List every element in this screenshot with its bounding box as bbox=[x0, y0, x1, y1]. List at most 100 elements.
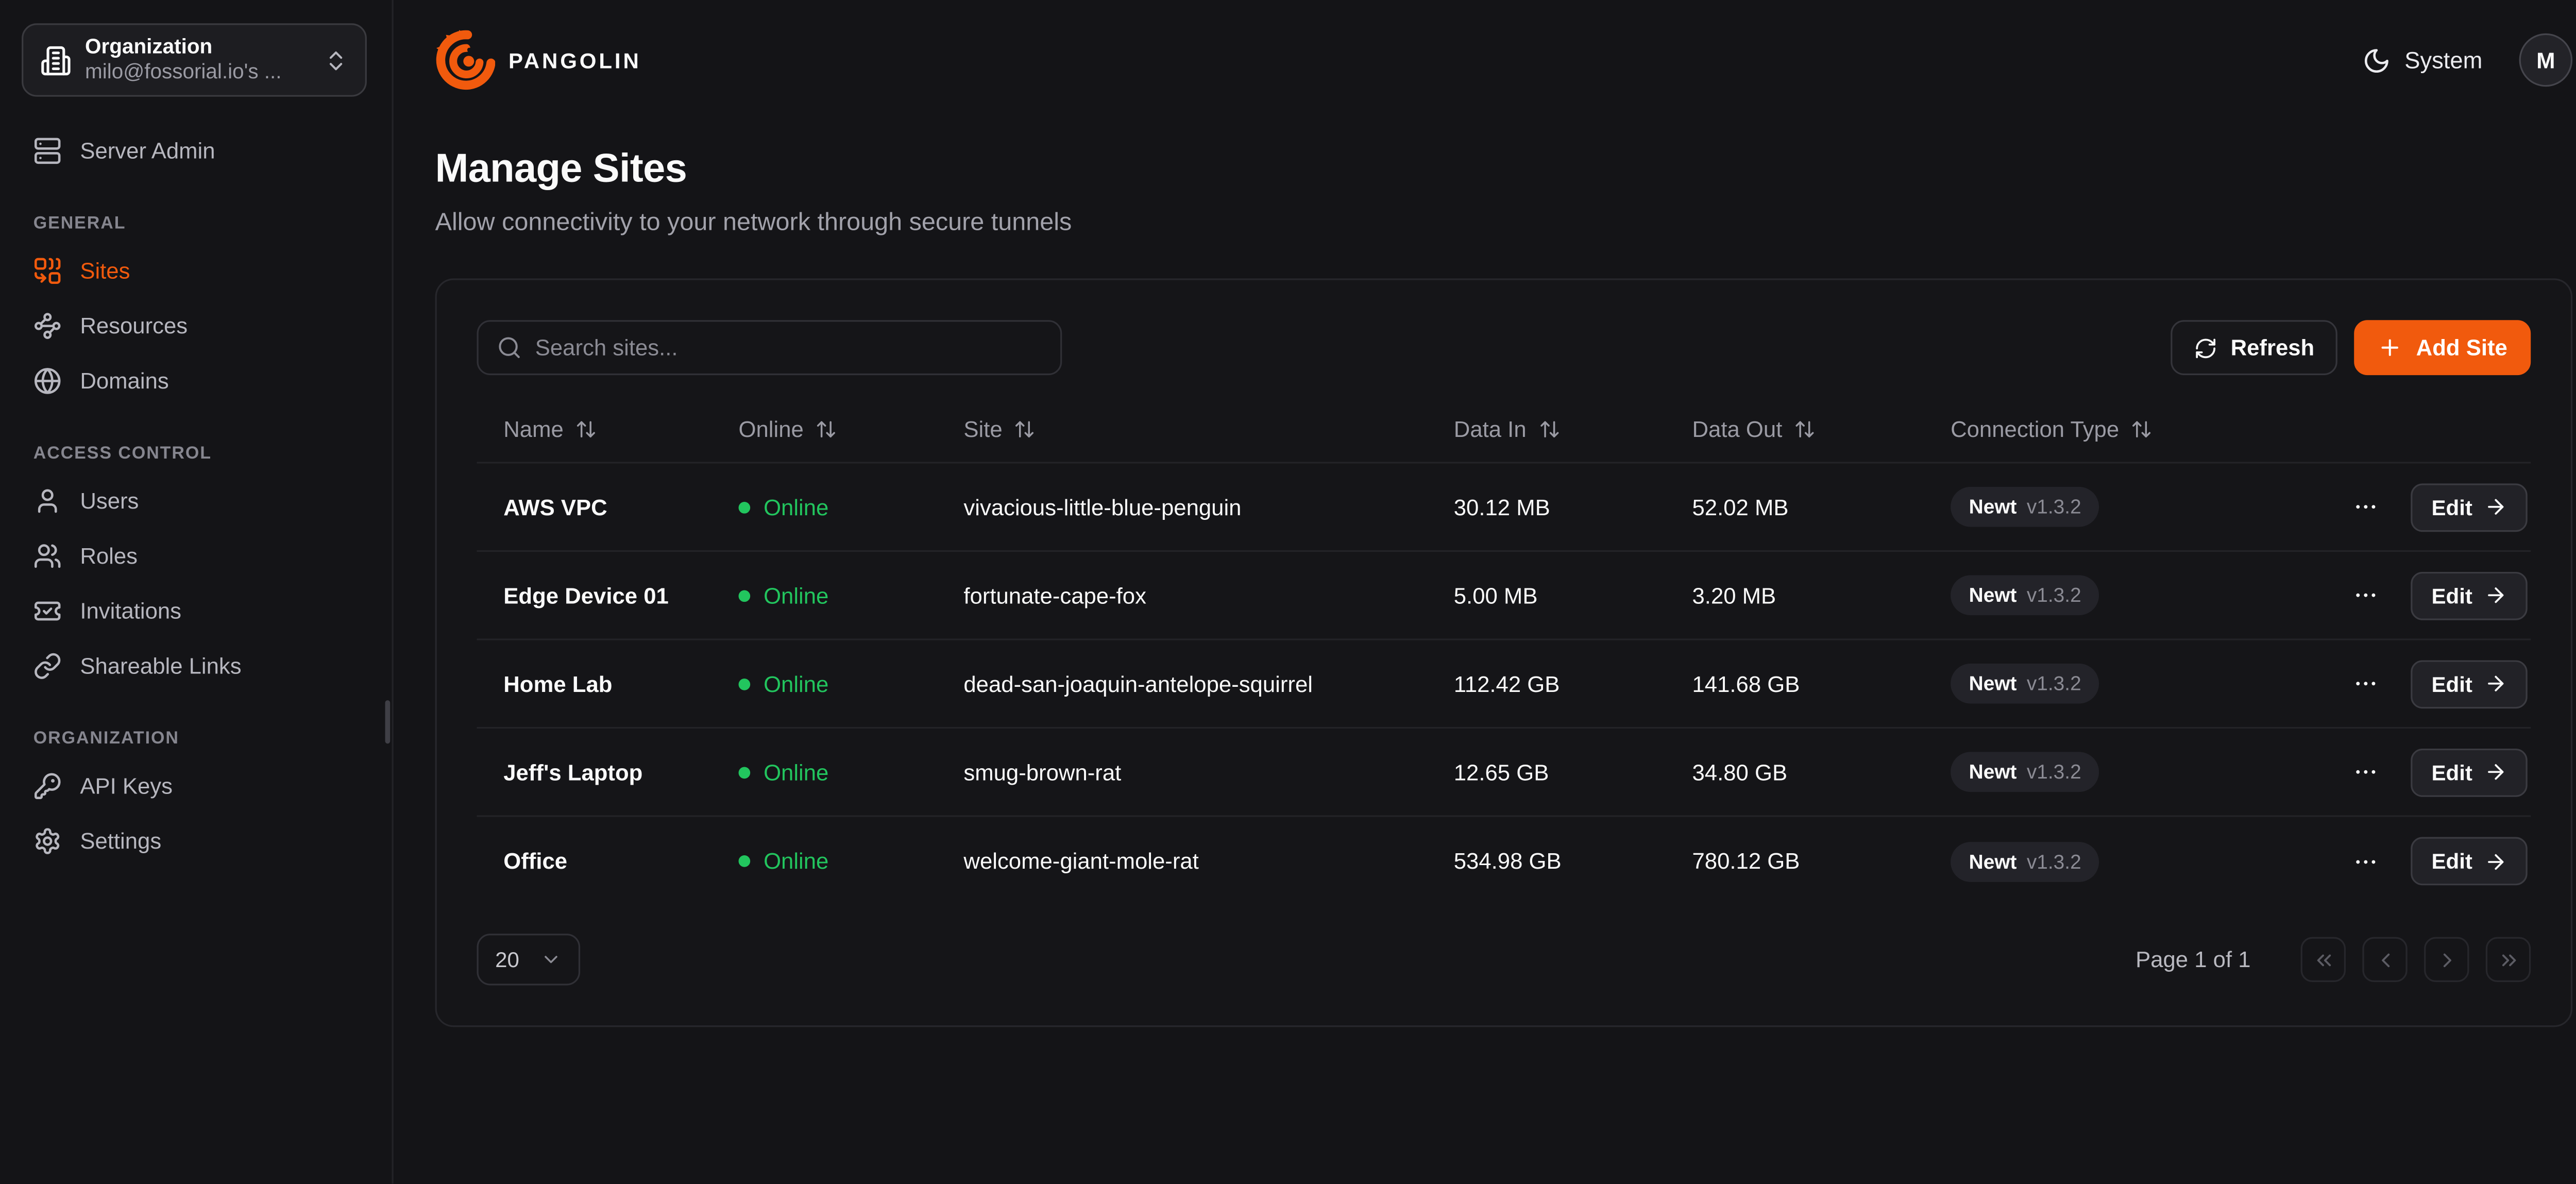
data-out-cell: 3.20 MB bbox=[1666, 583, 1924, 608]
ellipsis-icon bbox=[2353, 670, 2380, 697]
search-input[interactable] bbox=[535, 335, 1042, 360]
sidebar-item-label: Server Admin bbox=[80, 139, 215, 164]
edit-button[interactable]: Edit bbox=[2412, 659, 2528, 708]
data-out-cell: 34.80 GB bbox=[1666, 759, 1924, 785]
sidebar-item-invitations[interactable]: Invitations bbox=[22, 584, 370, 639]
arrow-right-icon bbox=[2484, 672, 2507, 695]
table-row: Edge Device 01 Online fortunate-cape-fox… bbox=[477, 552, 2531, 640]
edit-button[interactable]: Edit bbox=[2412, 483, 2528, 531]
edit-button[interactable]: Edit bbox=[2412, 571, 2528, 619]
brand-name: PANGOLIN bbox=[509, 47, 641, 73]
avatar[interactable]: M bbox=[2519, 33, 2573, 87]
site-name-cell: Home Lab bbox=[477, 671, 711, 696]
column-header-data-in[interactable]: Data In bbox=[1427, 395, 1666, 462]
edit-button[interactable]: Edit bbox=[2412, 837, 2528, 885]
row-actions-cell: Edit bbox=[2308, 571, 2531, 619]
avatar-initial: M bbox=[2536, 47, 2555, 73]
gear-icon bbox=[33, 827, 62, 855]
row-menu-button[interactable] bbox=[2346, 841, 2386, 882]
online-status-cell: Online bbox=[712, 849, 937, 874]
sidebar-item-roles[interactable]: Roles bbox=[22, 529, 370, 584]
top-bar: PANGOLIN System M bbox=[435, 0, 2573, 120]
column-header-site[interactable]: Site bbox=[937, 395, 1427, 462]
sidebar-item-api-keys[interactable]: API Keys bbox=[22, 758, 370, 814]
sidebar-nav: Server Admin GENERAL Sites Resources Dom bbox=[22, 123, 370, 868]
column-header-online[interactable]: Online bbox=[712, 395, 937, 462]
refresh-label: Refresh bbox=[2231, 335, 2315, 360]
first-page-button[interactable] bbox=[2301, 937, 2346, 982]
row-menu-button[interactable] bbox=[2346, 752, 2386, 792]
row-menu-button[interactable] bbox=[2346, 487, 2386, 527]
table-row: Jeff's Laptop Online smug-brown-rat 12.6… bbox=[477, 729, 2531, 817]
column-label: Online bbox=[739, 416, 804, 441]
page-title: Manage Sites bbox=[435, 147, 2573, 194]
sidebar-item-sites[interactable]: Sites bbox=[22, 243, 370, 298]
sidebar-item-shareable-links[interactable]: Shareable Links bbox=[22, 638, 370, 694]
column-header-actions bbox=[2308, 395, 2531, 462]
sidebar-scrollbar[interactable] bbox=[385, 700, 391, 743]
table-row: AWS VPC Online vivacious-little-blue-pen… bbox=[477, 464, 2531, 552]
column-header-data-out[interactable]: Data Out bbox=[1666, 395, 1924, 462]
theme-toggle[interactable]: System bbox=[2363, 46, 2482, 74]
chevron-left-icon bbox=[2373, 948, 2396, 971]
card-toolbar: Refresh Add Site bbox=[477, 320, 2531, 375]
last-page-button[interactable] bbox=[2486, 937, 2531, 982]
sort-icon bbox=[1794, 418, 1816, 439]
org-selector-value: milo@fossorial.io's ... bbox=[85, 60, 310, 85]
brand: PANGOLIN bbox=[435, 30, 641, 90]
online-dot-icon bbox=[739, 501, 751, 513]
table-row: Office Online welcome-giant-mole-rat 534… bbox=[477, 817, 2531, 906]
refresh-button[interactable]: Refresh bbox=[2171, 320, 2338, 375]
row-actions-cell: Edit bbox=[2308, 483, 2531, 531]
online-status-cell: Online bbox=[712, 494, 937, 519]
sidebar-item-settings[interactable]: Settings bbox=[22, 814, 370, 869]
site-tunnel-cell: vivacious-little-blue-penguin bbox=[937, 494, 1427, 519]
ticket-check-icon bbox=[33, 597, 62, 625]
table-header-row: Name Online Site bbox=[477, 395, 2531, 464]
connection-type-cell: Newt v1.3.2 bbox=[1924, 841, 2307, 882]
column-header-connection-type[interactable]: Connection Type bbox=[1924, 395, 2307, 462]
online-status-cell: Online bbox=[712, 583, 937, 608]
sidebar-item-domains[interactable]: Domains bbox=[22, 353, 370, 409]
page-size-select[interactable]: 20 bbox=[477, 934, 580, 985]
page-size-value: 20 bbox=[495, 947, 519, 972]
sidebar-item-label: Domains bbox=[80, 368, 168, 394]
edit-button[interactable]: Edit bbox=[2412, 748, 2528, 796]
sites-table: Name Online Site bbox=[477, 395, 2531, 905]
org-selector[interactable]: Organization milo@fossorial.io's ... bbox=[22, 23, 367, 96]
row-menu-button[interactable] bbox=[2346, 575, 2386, 615]
moon-icon bbox=[2363, 46, 2391, 74]
column-header-name[interactable]: Name bbox=[477, 395, 711, 462]
page-info: Page 1 of 1 bbox=[2136, 947, 2250, 972]
data-in-cell: 12.65 GB bbox=[1427, 759, 1666, 785]
online-label: Online bbox=[764, 671, 828, 696]
next-page-button[interactable] bbox=[2424, 937, 2469, 982]
connection-type-version: v1.3.2 bbox=[2027, 495, 2081, 518]
search-box bbox=[477, 320, 1062, 375]
sidebar-item-users[interactable]: Users bbox=[22, 473, 370, 529]
column-label: Data In bbox=[1454, 416, 1527, 441]
add-site-button[interactable]: Add Site bbox=[2354, 320, 2531, 375]
chevrons-left-icon bbox=[2312, 948, 2335, 971]
sidebar-item-resources[interactable]: Resources bbox=[22, 298, 370, 353]
site-tunnel-cell: dead-san-joaquin-antelope-squirrel bbox=[937, 671, 1427, 696]
chevrons-up-down-icon bbox=[324, 47, 349, 73]
data-in-cell: 5.00 MB bbox=[1427, 583, 1666, 608]
row-actions-cell: Edit bbox=[2308, 837, 2531, 885]
prev-page-button[interactable] bbox=[2362, 937, 2407, 982]
online-dot-icon bbox=[739, 678, 751, 689]
ellipsis-icon bbox=[2353, 582, 2380, 608]
row-actions-cell: Edit bbox=[2308, 748, 2531, 796]
add-site-label: Add Site bbox=[2416, 335, 2507, 360]
row-menu-button[interactable] bbox=[2346, 664, 2386, 704]
online-label: Online bbox=[764, 583, 828, 608]
sort-icon bbox=[1538, 418, 1560, 439]
online-status-cell: Online bbox=[712, 759, 937, 785]
sidebar-item-label: Invitations bbox=[80, 599, 181, 624]
connection-type-cell: Newt v1.3.2 bbox=[1924, 487, 2307, 527]
key-icon bbox=[33, 772, 62, 800]
users-icon bbox=[33, 542, 62, 570]
ellipsis-icon bbox=[2353, 494, 2380, 520]
connection-type-badge: Newt v1.3.2 bbox=[1951, 575, 2099, 615]
sidebar-item-server-admin[interactable]: Server Admin bbox=[22, 123, 370, 178]
